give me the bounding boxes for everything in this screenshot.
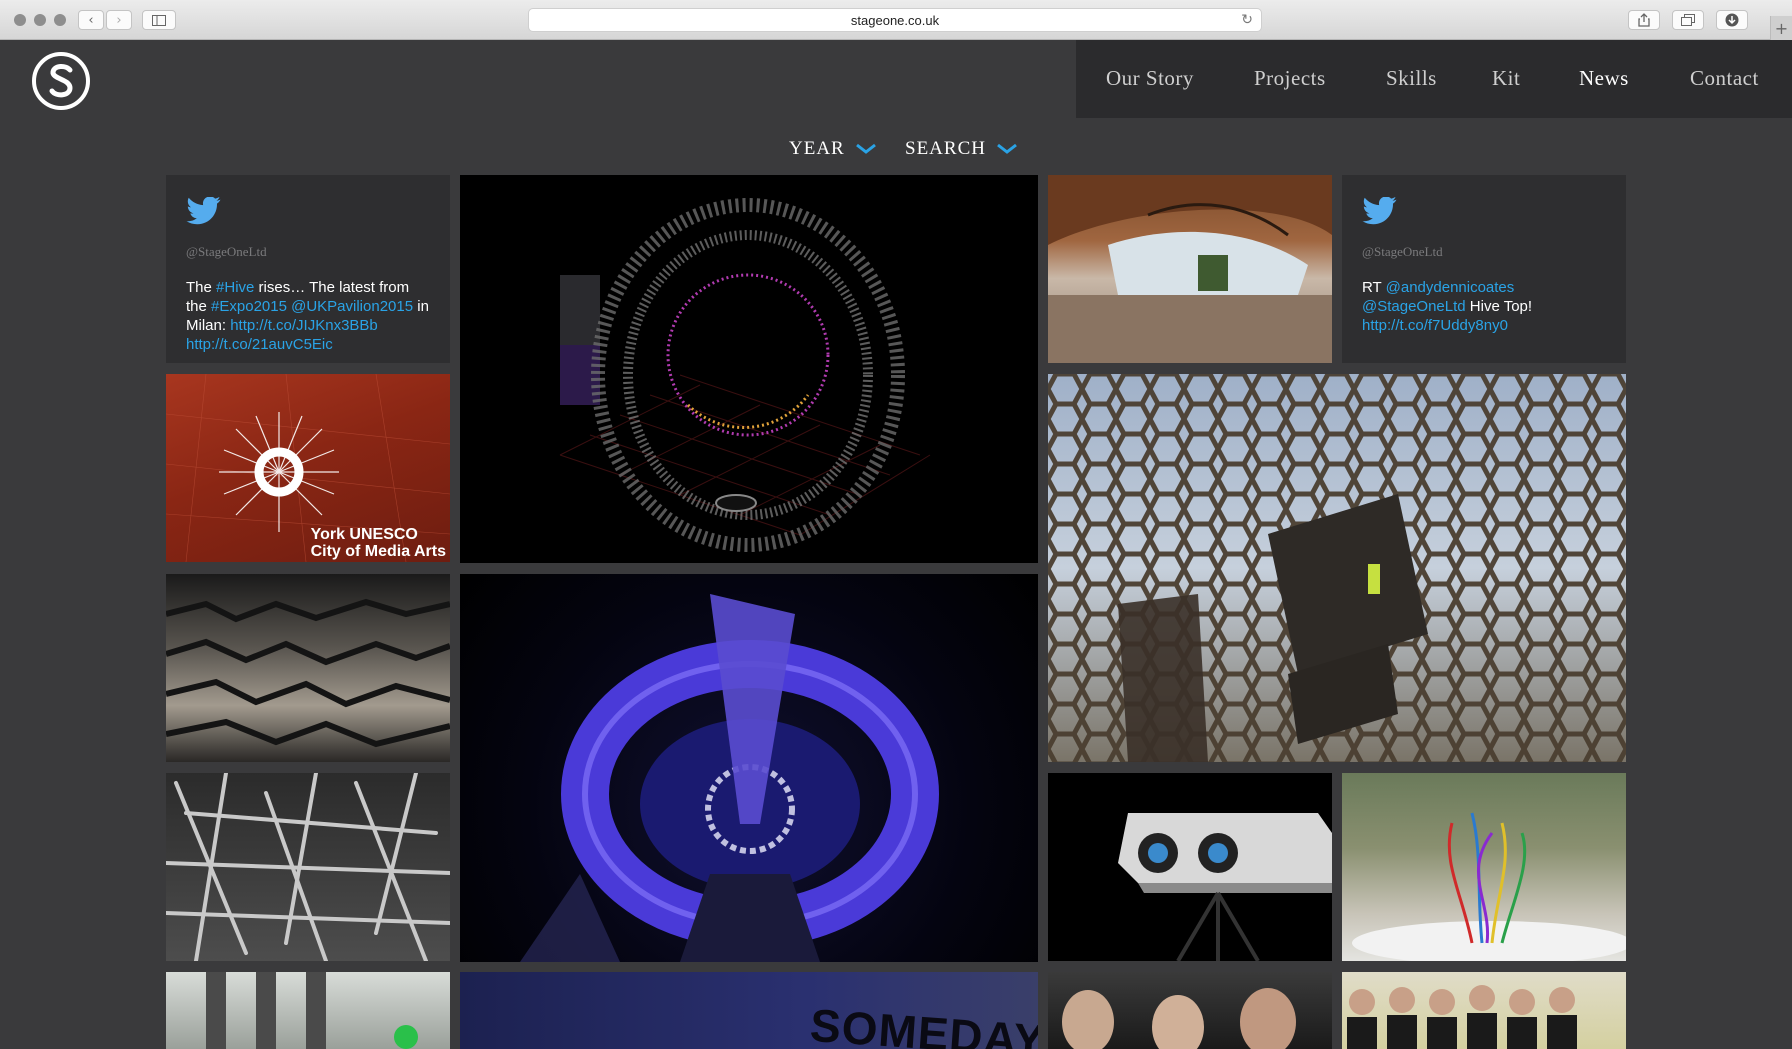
nav-our-story[interactable]: Our Story — [1106, 66, 1194, 91]
nav-news[interactable]: News — [1579, 66, 1629, 91]
projector-tile[interactable] — [1048, 773, 1332, 961]
main-nav: Our Story Projects Skills Kit News Conta… — [1076, 40, 1792, 118]
stepped-metal-tile[interactable] — [166, 574, 450, 762]
back-icon[interactable]: ‹ — [78, 10, 104, 30]
tweet-link[interactable]: @StageOneLtd — [1362, 298, 1466, 315]
equipment-rack-tile[interactable] — [166, 972, 450, 1049]
tweet-text: The #Hive rises… The latest from the #Ex… — [186, 278, 430, 354]
team-photo-tile[interactable] — [1342, 972, 1626, 1049]
close-window-button[interactable] — [14, 14, 26, 26]
people-group-tile[interactable] — [1048, 972, 1332, 1049]
stepped-metal-image — [166, 598, 450, 748]
tweet-text: RT @andydennicoates @StageOneLtd Hive To… — [1362, 278, 1606, 335]
tweet-text-fragment: Hive Top! — [1465, 298, 1533, 315]
nav-kit[interactable]: Kit — [1492, 66, 1520, 91]
tweet-card[interactable]: @StageOneLtd The #Hive rises… The latest… — [166, 175, 450, 363]
nav-projects[interactable]: Projects — [1254, 66, 1326, 91]
blue-ring-trophy-image — [520, 594, 939, 962]
tweet-link[interactable]: @andydennicoates — [1386, 279, 1515, 296]
pavilion-interior-image — [1048, 175, 1332, 363]
equipment-rack-image — [206, 972, 418, 1049]
tweet-text-fragment: The — [186, 279, 217, 296]
tweet-handle: @StageOneLtd — [1362, 244, 1443, 259]
nav-skills[interactable]: Skills — [1386, 66, 1437, 91]
hive-structure-image — [1048, 374, 1626, 762]
scaffold-structure-image — [166, 773, 450, 961]
tweet-link[interactable]: #Expo2015 — [211, 298, 287, 315]
team-photo-image — [1347, 985, 1577, 1049]
tweet-link[interactable]: #Hive — [216, 279, 254, 296]
address-bar-url: stageone.co.uk — [850, 12, 940, 28]
news-filters: YEAR SEARCH — [0, 138, 1792, 166]
tweet-link[interactable]: http://t.co/JIJKnx3BBb — [230, 317, 378, 334]
chevron-down-icon — [997, 143, 1017, 154]
search-filter[interactable]: SEARCH — [905, 138, 1018, 160]
stageone-logo[interactable] — [30, 50, 92, 112]
colorful-sculpture-tile[interactable] — [1342, 773, 1626, 961]
reload-icon[interactable]: ↻ — [1241, 12, 1253, 28]
tweet-text-fragment: RT — [1362, 279, 1386, 296]
year-filter[interactable]: YEAR — [789, 138, 877, 160]
york-caption: York UNESCO City of Media Arts — [311, 526, 446, 560]
york-unesco-tile[interactable]: York UNESCO City of Media Arts — [166, 374, 450, 562]
hive-render-tile[interactable] — [460, 175, 1038, 563]
nav-contact[interactable]: Contact — [1690, 66, 1759, 91]
colorful-sculpture-image — [1352, 812, 1626, 961]
twitter-bird-icon — [186, 196, 221, 225]
tweet-link[interactable]: http://t.co/f7Uddy8ny0 — [1362, 317, 1508, 334]
pavilion-interior-tile[interactable] — [1048, 175, 1332, 363]
tweet-link[interactable]: @UKPavilion2015 — [291, 298, 413, 315]
blue-ring-trophy-tile[interactable] — [460, 574, 1038, 962]
twitter-bird-icon — [1362, 196, 1397, 225]
tweet-link[interactable]: http://t.co/21auvC5Eic — [186, 336, 333, 353]
projector-image — [1118, 813, 1332, 961]
someday-sign-tile[interactable]: SOMEDAY — [460, 972, 1038, 1049]
year-filter-label: YEAR — [789, 138, 845, 159]
sidebar-toggle-icon[interactable] — [142, 10, 176, 30]
hive-structure-tile[interactable] — [1048, 374, 1626, 762]
tweet-card[interactable]: @StageOneLtd RT @andydennicoates @StageO… — [1342, 175, 1626, 363]
scaffold-structure-tile[interactable] — [166, 773, 450, 961]
hive-wireframe-render-image — [559, 198, 931, 552]
tweet-handle: @StageOneLtd — [186, 244, 267, 259]
search-filter-label: SEARCH — [905, 138, 986, 159]
minimize-window-button[interactable] — [34, 14, 46, 26]
tabs-overview-icon[interactable] — [1672, 10, 1704, 30]
chevron-down-icon — [855, 143, 876, 154]
forward-icon[interactable]: › — [106, 10, 132, 30]
address-bar[interactable]: stageone.co.uk ↻ — [528, 8, 1262, 32]
browser-toolbar: ‹ › stageone.co.uk ↻ + — [0, 0, 1792, 40]
zoom-window-button[interactable] — [54, 14, 66, 26]
york-caption-line2: City of Media Arts — [310, 543, 446, 560]
share-icon[interactable] — [1628, 10, 1660, 30]
people-group-image — [1062, 988, 1296, 1049]
york-caption-line1: York UNESCO — [310, 526, 418, 543]
downloads-icon[interactable] — [1716, 10, 1748, 30]
someday-sign-text: SOMEDAY — [808, 998, 1038, 1049]
new-tab-button[interactable]: + — [1770, 16, 1792, 40]
